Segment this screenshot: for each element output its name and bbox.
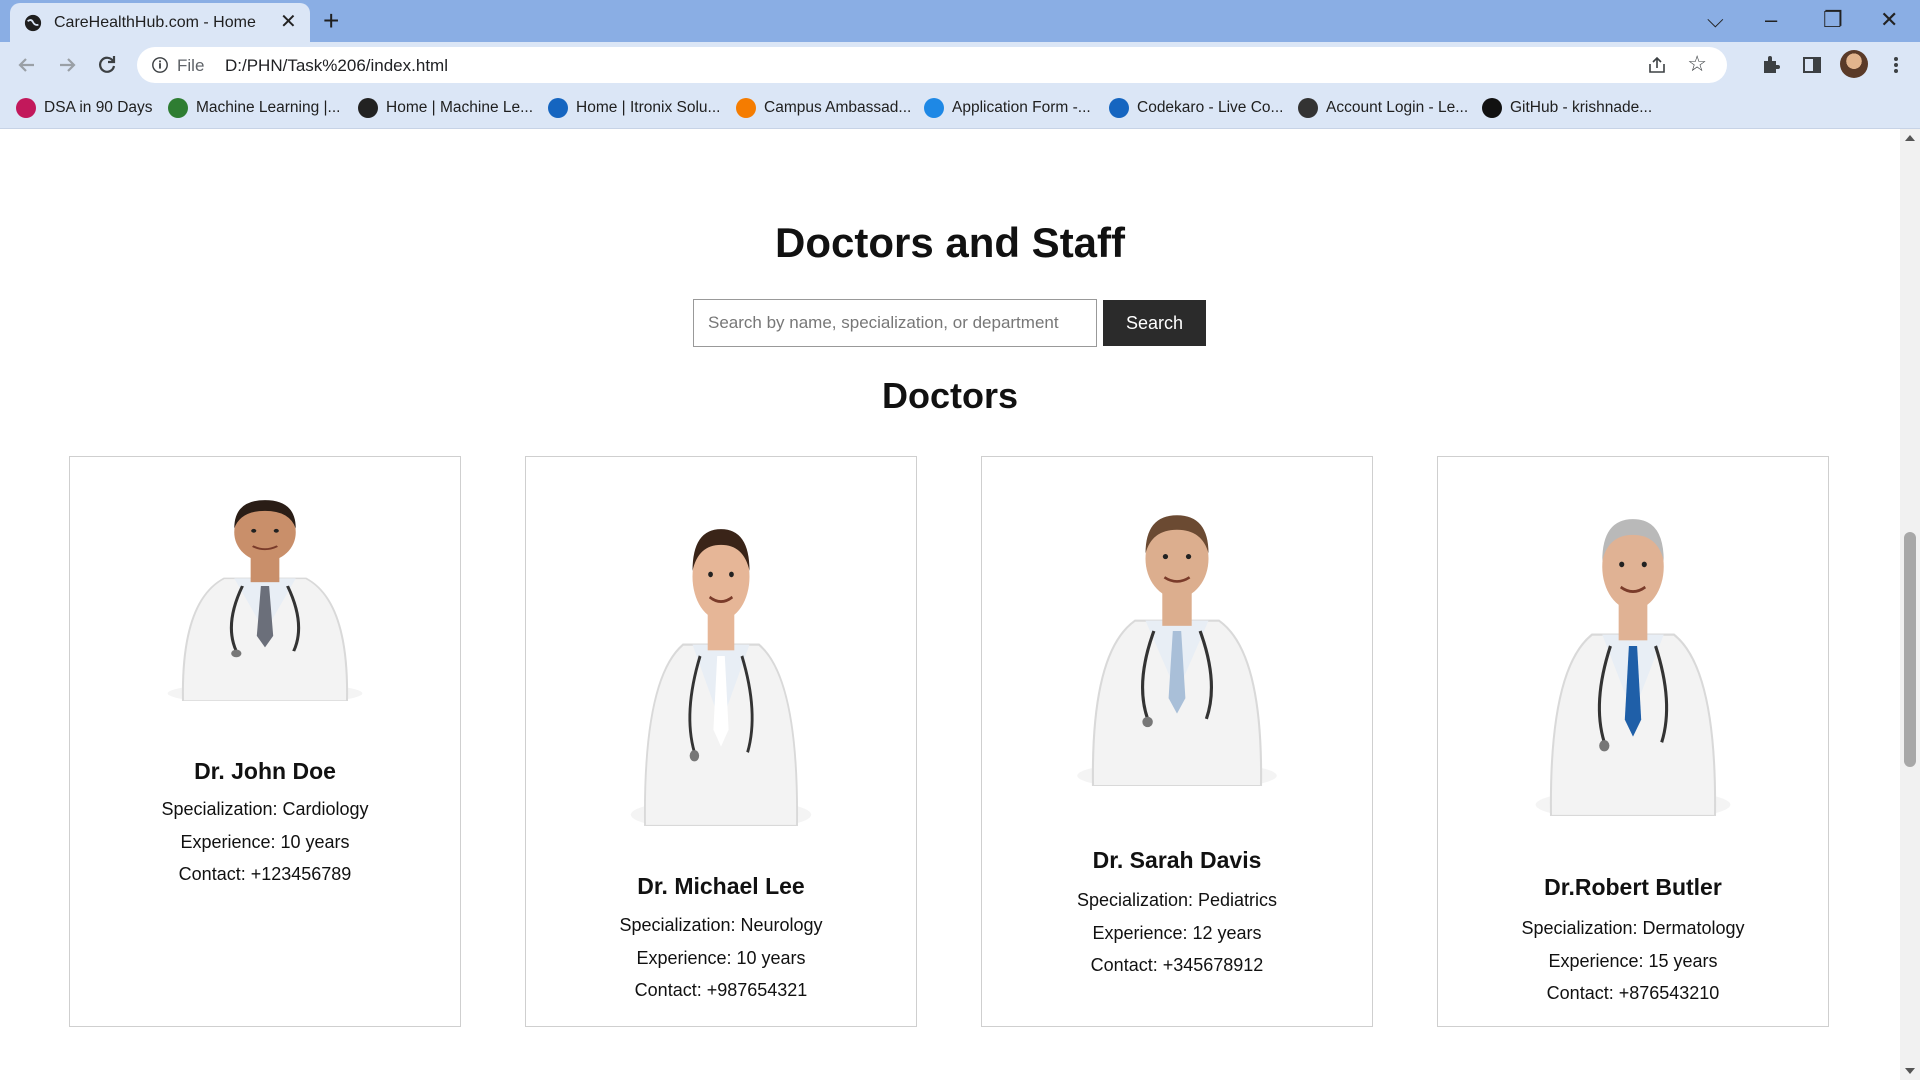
bookmark-item[interactable]: Account Login - Le... [1298, 97, 1468, 119]
dsa-icon [16, 98, 36, 118]
extensions-puzzle-icon[interactable] [1760, 54, 1782, 76]
doctor-specialization: Specialization: Cardiology [161, 799, 369, 819]
bookmark-label: Application Form -... [952, 99, 1091, 116]
doctor-contact: Contact: +345678912 [1090, 955, 1264, 975]
scroll-up-arrow-icon[interactable] [1905, 135, 1915, 141]
back-arrow-icon[interactable] [12, 50, 42, 80]
doctor-contact: Contact: +123456789 [178, 864, 352, 884]
doctor-experience: Experience: 10 years [180, 832, 350, 852]
address-bar[interactable]: File D:/PHN/Task%206/index.html ☆ [137, 47, 1727, 83]
github-icon [1482, 98, 1502, 118]
bookmark-label: Home | Machine Le... [386, 99, 534, 116]
share-icon[interactable] [1647, 55, 1667, 75]
bookmark-star-icon[interactable]: ☆ [1687, 53, 1707, 75]
section-title-doctors: Doctors [881, 375, 1019, 416]
itronix-icon [548, 98, 568, 118]
search-button[interactable]: Search [1103, 300, 1206, 346]
scroll-down-arrow-icon[interactable] [1905, 1068, 1915, 1074]
bookmark-item[interactable]: DSA in 90 Days [16, 97, 153, 119]
page-content: Doctors and Staff Search Doctors Dr. Joh… [0, 129, 1900, 1080]
bookmark-label: GitHub - krishnade... [1510, 99, 1653, 116]
search-input[interactable] [693, 299, 1097, 347]
forward-arrow-icon[interactable] [52, 50, 82, 80]
code-brackets-icon [168, 98, 188, 118]
page-scrollbar[interactable] [1900, 129, 1920, 1080]
page-title: Doctors and Staff [774, 219, 1126, 266]
campus-icon [736, 98, 756, 118]
bookmark-label: Home | Itronix Solu... [576, 99, 721, 116]
skype-icon [924, 98, 944, 118]
doctor-card: Dr. Sarah Davis Specialization: Pediatric… [981, 456, 1373, 1027]
bookmark-item[interactable]: Machine Learning |... [168, 97, 340, 119]
doctor-specialization: Specialization: Dermatology [1521, 918, 1745, 938]
doctor-name: Dr. John Doe [194, 758, 336, 784]
doctor-name: Dr.Robert Butler [1544, 874, 1722, 900]
codekaro-icon [1109, 98, 1129, 118]
browser-toolbar: File D:/PHN/Task%206/index.html ☆ [0, 42, 1920, 88]
doctor-photo [1077, 515, 1277, 786]
address-scheme: File [177, 56, 205, 75]
doctor-card: Dr. Michael Lee Specialization: Neurology… [525, 456, 917, 1027]
doctor-card: Dr. John Doe Specialization: Cardiology Ex… [69, 456, 461, 1027]
doctor-photo [630, 529, 812, 826]
bookmark-label: Machine Learning |... [196, 99, 341, 116]
close-tab-icon[interactable]: ✕ [280, 11, 297, 33]
menu-kebab-icon[interactable] [1885, 54, 1907, 76]
leetcode-icon [1298, 98, 1318, 118]
profile-avatar[interactable] [1840, 50, 1868, 78]
browser-tab[interactable]: CareHealthHub.com - Home ✕ [10, 3, 310, 42]
scroll-thumb[interactable] [1904, 532, 1916, 767]
bookmark-item[interactable]: Campus Ambassad... [736, 97, 911, 119]
doctor-experience: Experience: 15 years [1548, 951, 1718, 971]
doctor-contact: Contact: +876543210 [1546, 983, 1720, 1003]
bookmark-item[interactable]: Home | Machine Le... [358, 97, 533, 119]
new-tab-button[interactable]: + [323, 6, 339, 36]
info-icon[interactable] [151, 56, 169, 74]
bookmark-item[interactable]: Application Form -... [924, 97, 1091, 119]
bookmark-label: Codekaro - Live Co... [1137, 99, 1284, 116]
doctor-specialization: Specialization: Neurology [619, 915, 823, 935]
tab-title: CareHealthHub.com - Home [54, 14, 256, 31]
doctor-contact: Contact: +987654321 [634, 980, 808, 1000]
bookmark-item[interactable]: Home | Itronix Solu... [548, 97, 720, 119]
doctor-experience: Experience: 10 years [636, 948, 806, 968]
bookmark-label: DSA in 90 Days [44, 99, 153, 116]
doctor-name: Dr. Michael Lee [637, 873, 805, 899]
bookmark-label: Account Login - Le... [1326, 99, 1469, 116]
minimize-button[interactable]: – [1765, 6, 1777, 34]
reload-icon[interactable] [92, 50, 122, 80]
address-url[interactable]: D:/PHN/Task%206/index.html [225, 56, 448, 76]
restore-button[interactable]: ❐ [1823, 6, 1843, 34]
doctor-experience: Experience: 12 years [1092, 923, 1262, 943]
close-window-button[interactable]: ✕ [1880, 6, 1898, 34]
doctor-card: Dr.Robert Butler Specialization: Dermatol… [1437, 456, 1829, 1027]
ml-logo-icon [358, 98, 378, 118]
doctor-name: Dr. Sarah Davis [1092, 847, 1262, 873]
browser-tab-bar: CareHealthHub.com - Home ✕ + ⌵ – ❐ ✕ [0, 0, 1920, 42]
bookmark-item[interactable]: GitHub - krishnade... [1482, 97, 1652, 119]
tab-search-icon[interactable]: ⌵ [1707, 6, 1724, 34]
side-panel-icon[interactable] [1801, 54, 1823, 76]
bookmark-label: Campus Ambassad... [764, 99, 912, 116]
doctor-photo [167, 500, 363, 701]
globe-icon [24, 14, 42, 32]
bookmark-item[interactable]: Codekaro - Live Co... [1109, 97, 1283, 119]
bookmarks-bar: DSA in 90 Days Machine Learning |... Home … [0, 88, 1920, 129]
doctor-photo [1535, 519, 1731, 816]
doctor-specialization: Specialization: Pediatrics [1076, 890, 1278, 910]
